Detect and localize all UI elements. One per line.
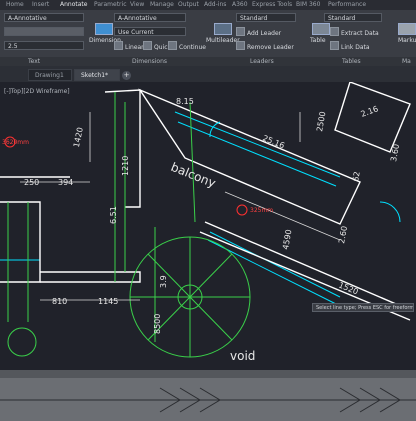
find-text-field[interactable] [4,27,84,36]
tab-manage[interactable]: Manage [150,1,174,9]
tab-view[interactable]: View [130,1,144,9]
doc-tab-sketch1[interactable]: Sketch1* [74,69,120,81]
remove-leader-button[interactable]: Remove Leader [236,41,294,52]
dim-label: 325mm [250,207,273,214]
extract-data-icon [330,27,339,36]
tab-annotate[interactable]: Annotate [60,1,87,9]
add-leader-icon [236,27,245,36]
stair-treads [130,237,250,357]
dim-label: 2.60 [337,225,349,244]
dim-label: 62 [351,171,362,183]
dim-label: 2500 [315,111,327,133]
panel-label-dimensions[interactable]: Dimensions [132,57,167,66]
tab-insert[interactable]: Insert [32,1,49,9]
tab-bim360[interactable]: BIM 360 [296,1,320,9]
new-tab-plus-icon[interactable]: + [122,71,131,80]
hatch-line [174,111,341,178]
tab-a360[interactable]: A360 [232,1,248,9]
continue-icon [168,41,177,50]
multileader-icon[interactable] [214,23,232,35]
tab-addins[interactable]: Add-ins [204,1,226,9]
hatch-line [209,231,341,298]
dimension-icon[interactable] [95,23,113,35]
dim-label: 3.60 [389,143,401,162]
dim-label: 3620mm [2,139,29,146]
section-profile [0,387,416,413]
tab-performance[interactable]: Performance [328,1,366,9]
dim-label: 8.15 [176,97,194,106]
continue-label: Continue [179,44,206,51]
linear-button[interactable]: Linear [114,41,144,52]
continue-button[interactable]: Continue [168,41,206,52]
fixture-circle [7,327,37,357]
dim-label: 1145 [98,297,118,306]
remove-leader-label: Remove Leader [247,44,294,51]
dimension-style-dropdown[interactable]: A-Annotative [114,13,186,22]
linear-label: Linear [125,44,144,51]
extract-data-label: Extract Data [341,30,379,37]
markup-button[interactable]: Markup [398,36,416,45]
wall-block [40,271,141,283]
linear-icon [114,41,123,50]
remove-leader-icon [236,41,245,50]
dim-label: 6.51 [109,206,118,224]
table-style-dropdown[interactable]: Standard [324,13,382,22]
multileader-button[interactable]: Multileader [206,36,240,45]
dim-label: 1420 [72,126,85,148]
tab-parametric[interactable]: Parametric [94,1,127,9]
floor-plan-drawing: [-]Top][2D Wireframe] 3620mm 394 250 8.1… [0,82,411,363]
drawing-canvas[interactable]: [-]Top][2D Wireframe] 3620mm 394 250 8.1… [0,82,416,370]
table-icon[interactable] [312,23,330,35]
viewport-label[interactable]: [-]Top][2D Wireframe] [4,88,70,95]
leader-style-dropdown[interactable]: Standard [236,13,296,22]
link-data-button[interactable]: Link Data [330,41,370,52]
table-button[interactable]: Table [310,36,326,45]
text-style-dropdown[interactable]: A-Annotative [4,13,84,22]
tab-output[interactable]: Output [178,1,199,9]
dim-label: 2.16 [360,104,380,119]
ribbon-panel-labels: Text Dimensions Leaders Tables Ma [0,57,416,66]
markup-icon[interactable] [398,23,416,35]
dim-label: 1210 [121,156,130,176]
room-label-void: void [230,349,255,363]
wall-line [104,89,141,208]
dim-label: 4590 [281,229,293,251]
extract-data-button[interactable]: Extract Data [330,27,379,38]
dim-label: 250 [24,178,39,187]
quick-icon [143,41,152,50]
bottom-panel [0,370,416,421]
ribbon-tab-bar: Home Insert Annotate Parametric View Man… [0,0,416,10]
link-data-label: Link Data [341,44,370,51]
dim-label: 810 [52,297,67,306]
add-leader-button[interactable]: Add Leader [236,27,281,38]
panel-label-leaders[interactable]: Leaders [250,57,274,66]
dim-layer-dropdown[interactable]: Use Current [114,27,186,36]
highlight-marker [236,204,248,216]
doc-tab-drawing1[interactable]: Drawing1 [28,69,72,81]
dim-label: 8500 [153,314,162,334]
room-wall [334,82,411,153]
panel-label-tables[interactable]: Tables [342,57,361,66]
document-tab-bar: Drawing1 Sketch1* + [0,66,416,82]
ribbon-panel: A-Annotative 2.5 Dimension A-Annotative … [0,10,416,60]
dim-label: 3.9 [159,275,168,288]
dim-label: 394 [58,178,73,187]
tab-express-tools[interactable]: Express Tools [252,1,292,9]
panel-label-text[interactable]: Text [28,57,40,66]
wall-block [0,201,41,283]
link-data-icon [330,41,339,50]
add-leader-label: Add Leader [247,30,282,37]
panel-label-markup[interactable]: Ma [402,57,411,66]
command-tooltip: Select line type; Press ESC for freeform [312,303,414,312]
tab-home[interactable]: Home [6,1,24,9]
balcony-wall [138,88,361,225]
text-height-dropdown[interactable]: 2.5 [4,41,84,50]
quick-button[interactable]: Quick [143,41,171,52]
door-arc [379,201,401,223]
